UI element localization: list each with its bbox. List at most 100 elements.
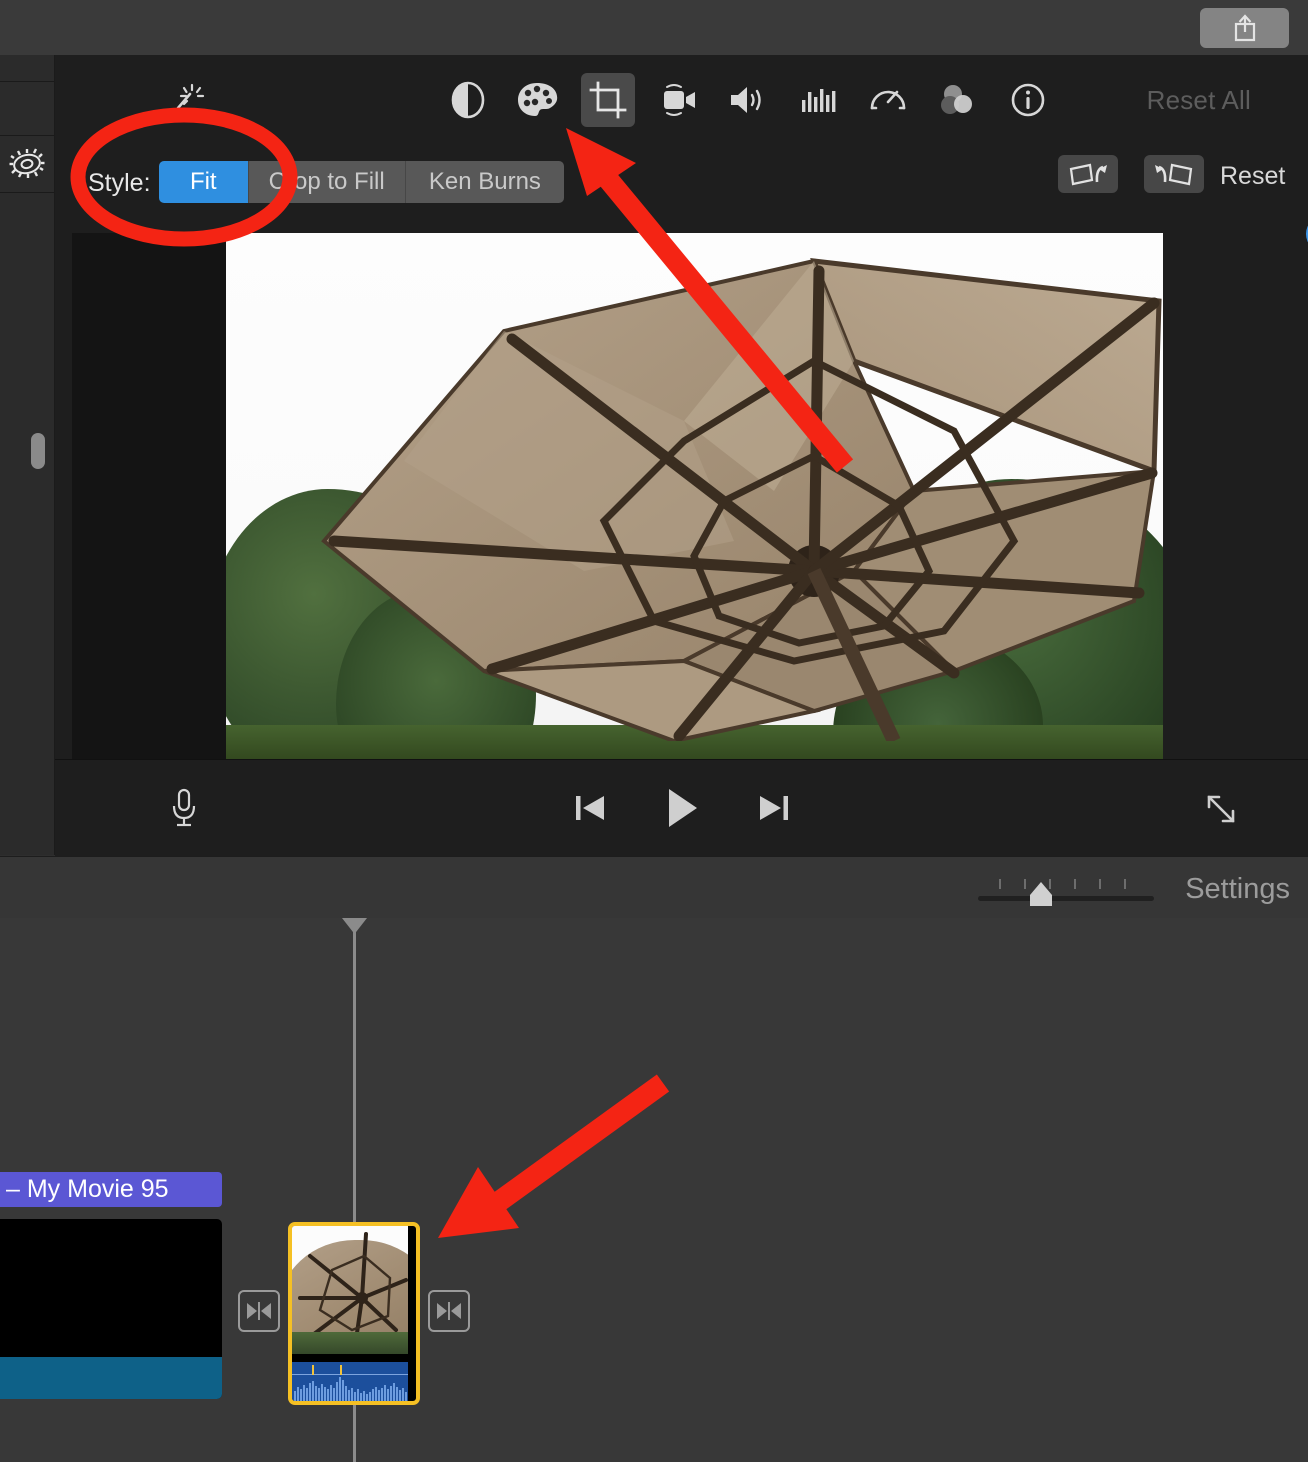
waveform-bar bbox=[360, 1393, 362, 1401]
sidebar-resize-handle[interactable] bbox=[31, 433, 45, 469]
waveform-bar bbox=[342, 1380, 344, 1401]
waveform-bar bbox=[330, 1385, 332, 1401]
gear-icon bbox=[9, 148, 45, 178]
style-option-fit[interactable]: Fit bbox=[159, 161, 249, 203]
timeline-zoom-slider[interactable] bbox=[978, 871, 1154, 907]
skip-to-end-button[interactable] bbox=[751, 785, 797, 831]
style-label: Style: bbox=[88, 169, 151, 197]
expand-diagonal-icon bbox=[1207, 795, 1235, 823]
skip-forward-icon bbox=[759, 796, 788, 820]
transition-left[interactable] bbox=[238, 1290, 280, 1332]
project-title-chip[interactable]: – My Movie 95 bbox=[0, 1172, 222, 1207]
transport-bar bbox=[55, 759, 1308, 856]
color-correction-button[interactable] bbox=[511, 73, 565, 127]
waveform-bar bbox=[354, 1392, 356, 1401]
waveform-bar bbox=[315, 1386, 317, 1401]
reset-all-button[interactable]: Reset All bbox=[1147, 85, 1251, 116]
waveform-bar bbox=[372, 1389, 374, 1401]
zoom-tick bbox=[1024, 879, 1026, 889]
waveform-bar bbox=[318, 1388, 320, 1401]
cross-dissolve-icon bbox=[437, 1302, 461, 1320]
style-option-crop-to-fill[interactable]: Crop to Fill bbox=[248, 161, 406, 203]
clip-audio-waveform bbox=[292, 1362, 408, 1401]
waveform-bar bbox=[399, 1390, 401, 1401]
waveform-bar bbox=[393, 1383, 395, 1401]
clip-audio-bar bbox=[0, 1357, 222, 1399]
waveform-bar bbox=[309, 1383, 311, 1401]
waveform-bar bbox=[324, 1387, 326, 1401]
volume-button[interactable] bbox=[721, 73, 775, 127]
waveform-peak bbox=[312, 1365, 314, 1375]
waveform-bar bbox=[348, 1390, 350, 1401]
speaker-icon bbox=[731, 87, 761, 113]
zoom-tick bbox=[1074, 879, 1076, 889]
timeline-toolbar: Settings bbox=[0, 856, 1308, 919]
zoom-tick bbox=[1124, 879, 1126, 889]
waveform-bar bbox=[378, 1390, 380, 1401]
skip-back-icon bbox=[575, 796, 604, 820]
share-button[interactable] bbox=[1200, 8, 1289, 48]
video-camera-icon bbox=[664, 84, 695, 116]
zoom-tick bbox=[999, 879, 1001, 889]
clip-information-button[interactable] bbox=[1001, 73, 1055, 127]
palette-icon bbox=[518, 83, 558, 116]
app-window-bar bbox=[0, 0, 1308, 56]
waveform-bar bbox=[336, 1382, 338, 1401]
viewer-pane: Reset All Style: Fit Crop to Fill Ken Bu… bbox=[55, 55, 1308, 856]
rotate-counterclockwise-icon bbox=[1069, 163, 1107, 186]
waveform-bar bbox=[312, 1381, 314, 1401]
waveform-bar bbox=[345, 1386, 347, 1401]
rotate-counterclockwise-button[interactable] bbox=[1058, 155, 1118, 193]
skip-to-beginning-button[interactable] bbox=[567, 785, 613, 831]
waveform-bar bbox=[357, 1389, 359, 1401]
timeline-settings-button[interactable]: Settings bbox=[1185, 873, 1290, 906]
waveform-bar bbox=[303, 1385, 305, 1401]
speed-button[interactable] bbox=[861, 73, 915, 127]
waveform-bar bbox=[381, 1388, 383, 1401]
half-circle-icon bbox=[451, 81, 485, 119]
auto-enhance-button[interactable] bbox=[159, 73, 213, 127]
three-circles-icon bbox=[941, 85, 972, 114]
color-balance-button[interactable] bbox=[441, 73, 495, 127]
waveform-peak bbox=[340, 1365, 342, 1375]
waveform-bar bbox=[366, 1394, 368, 1401]
stabilization-button[interactable] bbox=[651, 73, 705, 127]
adjustments-toolbar: Reset All bbox=[55, 55, 1308, 143]
cropping-button[interactable] bbox=[581, 73, 635, 127]
waveform-bar bbox=[402, 1388, 404, 1401]
fullscreen-button[interactable] bbox=[1198, 786, 1244, 832]
cross-dissolve-icon bbox=[247, 1302, 271, 1320]
style-option-ken-burns[interactable]: Ken Burns bbox=[405, 161, 564, 203]
clip-thumbnail bbox=[292, 1226, 408, 1354]
waveform-center-line bbox=[292, 1374, 408, 1375]
waveform-bar bbox=[294, 1391, 296, 1401]
share-icon bbox=[1234, 14, 1255, 42]
video-preview-canvas[interactable] bbox=[72, 233, 1163, 759]
waveform-bar bbox=[363, 1391, 365, 1401]
play-button[interactable] bbox=[659, 785, 705, 831]
rotate-clockwise-button[interactable] bbox=[1144, 155, 1204, 193]
umbrella-canopy bbox=[321, 258, 1162, 741]
rotate-clockwise-icon bbox=[1155, 163, 1193, 186]
zoom-slider-thumb[interactable] bbox=[1028, 881, 1054, 907]
library-settings-button[interactable] bbox=[0, 135, 54, 193]
timeline-clip-selected[interactable] bbox=[288, 1222, 420, 1405]
filters-button[interactable] bbox=[931, 73, 985, 127]
timeline-clip-previous[interactable] bbox=[0, 1219, 222, 1399]
waveform-bar bbox=[405, 1392, 407, 1401]
speedometer-icon bbox=[870, 90, 906, 110]
video-frame bbox=[226, 233, 1163, 759]
waveform-bar bbox=[321, 1384, 323, 1401]
play-icon bbox=[668, 789, 697, 827]
transition-right[interactable] bbox=[428, 1290, 470, 1332]
waveform-bar bbox=[339, 1377, 341, 1401]
style-segmented-control[interactable]: Fit Crop to Fill Ken Burns bbox=[159, 161, 564, 203]
crop-icon bbox=[589, 81, 627, 119]
noise-reduction-button[interactable] bbox=[791, 73, 845, 127]
equalizer-icon bbox=[802, 89, 836, 112]
waveform-bar bbox=[306, 1388, 308, 1401]
crop-reset-button[interactable]: Reset bbox=[1220, 162, 1285, 191]
waveform-bar bbox=[333, 1388, 335, 1401]
zoom-tick bbox=[1099, 879, 1101, 889]
info-icon bbox=[1011, 83, 1045, 117]
